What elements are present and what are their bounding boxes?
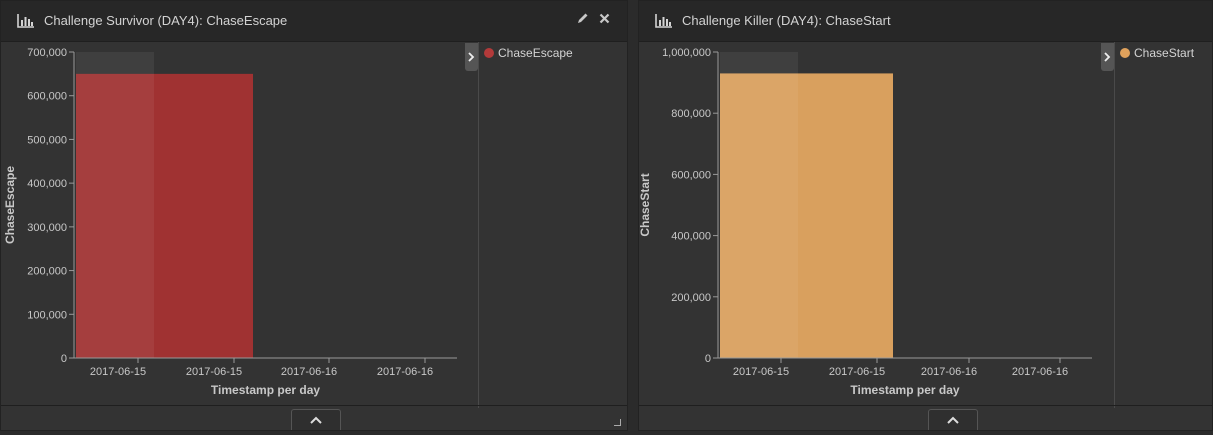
bar-chart-icon <box>17 14 35 33</box>
bar-chart-icon <box>655 14 673 33</box>
bar-chart: 0 200,000 400,000 600,000 800,000 1,000,000 20… <box>639 47 1092 397</box>
legend-color-swatch <box>1120 48 1130 58</box>
y-tick-label: 700,000 <box>27 47 67 59</box>
legend: ChaseEscape <box>478 42 628 408</box>
chevron-right-icon <box>468 52 475 62</box>
y-tick-label: 100,000 <box>27 309 67 321</box>
chevron-up-icon <box>310 416 322 424</box>
close-icon[interactable] <box>599 11 610 27</box>
y-tick-label: 500,000 <box>27 134 67 146</box>
x-tick-label: 2017-06-15 <box>733 366 789 378</box>
panel-header: Challenge Killer (DAY4): ChaseStart <box>639 1 1212 42</box>
panel-title: Challenge Survivor (DAY4): ChaseEscape <box>44 13 288 28</box>
x-tick-label: 2017-06-16 <box>921 366 977 378</box>
legend-item[interactable]: ChaseStart <box>1120 46 1194 60</box>
legend-toggle-button[interactable] <box>465 43 478 71</box>
chevron-up-icon <box>947 416 959 424</box>
y-tick-label: 1,000,000 <box>662 47 711 59</box>
legend-item[interactable]: ChaseEscape <box>484 46 573 60</box>
y-tick-label: 600,000 <box>27 91 67 103</box>
resize-handle[interactable] <box>614 419 621 426</box>
y-tick-label: 400,000 <box>671 231 711 243</box>
bar-chart: 0 100,000 200,000 300,000 400,000 500,000 600,… <box>3 47 457 397</box>
y-tick-label: 600,000 <box>671 169 711 181</box>
hover-highlight <box>720 52 798 358</box>
legend-label: ChaseStart <box>1134 46 1195 60</box>
y-axis-title: ChaseStart <box>639 173 652 236</box>
panel-footer <box>639 405 1212 430</box>
y-tick-label: 200,000 <box>671 292 711 304</box>
y-tick-label: 800,000 <box>671 108 711 120</box>
collapse-button[interactable] <box>291 409 341 430</box>
panel-footer <box>1 405 627 430</box>
collapse-button[interactable] <box>928 409 978 430</box>
legend-label: ChaseEscape <box>498 46 573 60</box>
visualization-panel-chase-escape: Challenge Survivor (DAY4): ChaseEscape 0… <box>0 0 628 431</box>
y-tick-label: 200,000 <box>27 266 67 278</box>
panel-title: Challenge Killer (DAY4): ChaseStart <box>682 13 891 28</box>
x-tick-label: 2017-06-15 <box>90 366 146 378</box>
x-tick-label: 2017-06-15 <box>829 366 885 378</box>
x-tick-label: 2017-06-16 <box>377 366 433 378</box>
chevron-right-icon <box>1104 52 1111 62</box>
y-tick-label: 400,000 <box>27 178 67 190</box>
x-tick-label: 2017-06-16 <box>1012 366 1068 378</box>
hover-highlight <box>76 52 154 358</box>
x-axis-title: Timestamp per day <box>211 383 320 397</box>
legend-color-swatch <box>484 48 494 58</box>
legend-toggle-button[interactable] <box>1101 43 1114 71</box>
pencil-icon[interactable] <box>577 11 589 27</box>
y-tick-label: 0 <box>705 353 711 365</box>
x-tick-label: 2017-06-15 <box>186 366 242 378</box>
visualization-panel-chase-start: Challenge Killer (DAY4): ChaseStart 0 200… <box>638 0 1213 431</box>
y-tick-label: 0 <box>61 353 67 365</box>
x-axis-title: Timestamp per day <box>850 383 959 397</box>
y-tick-label: 300,000 <box>27 222 67 234</box>
legend: ChaseStart <box>1114 42 1213 408</box>
y-axis-title: ChaseEscape <box>3 166 17 244</box>
panel-header: Challenge Survivor (DAY4): ChaseEscape <box>1 1 627 42</box>
x-tick-label: 2017-06-16 <box>281 366 337 378</box>
